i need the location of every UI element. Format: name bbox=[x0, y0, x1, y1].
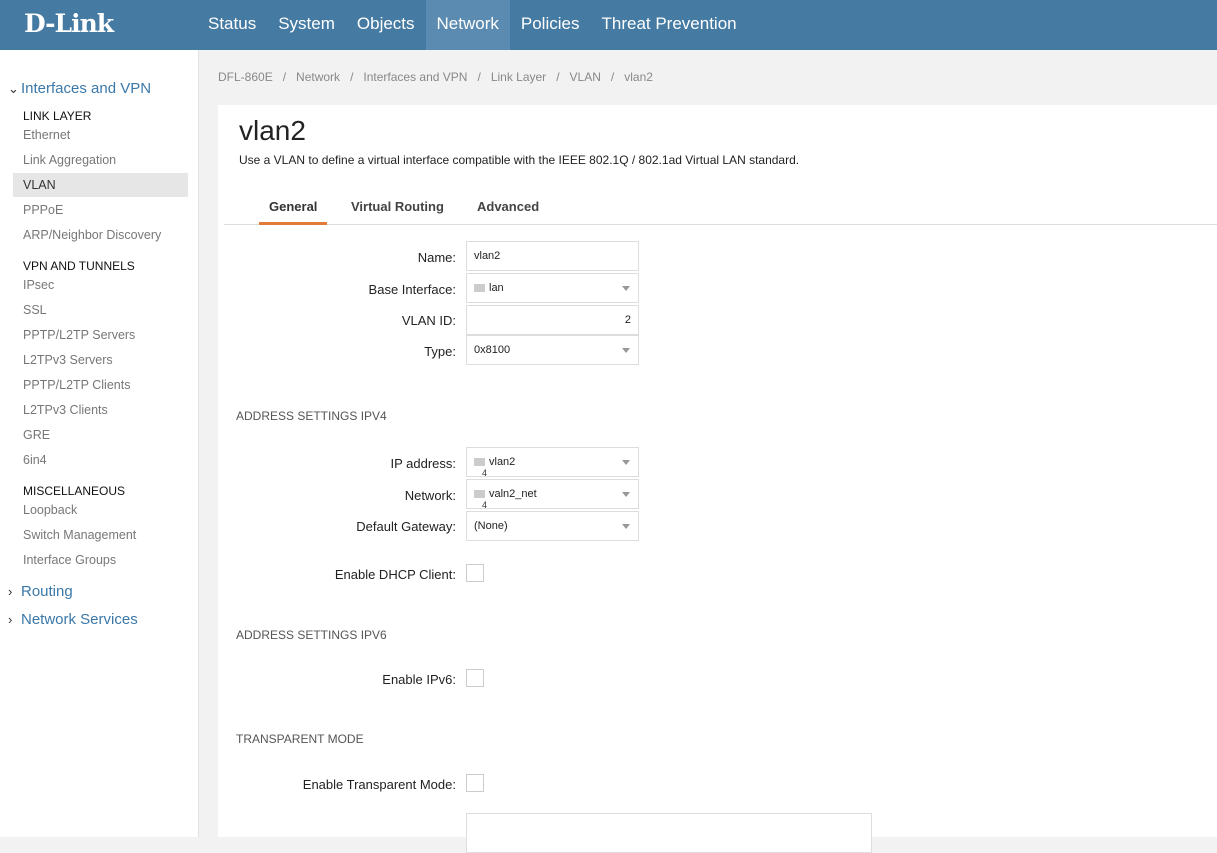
breadcrumb-sep: / bbox=[610, 70, 615, 84]
page-description: Use a VLAN to define a virtual interface… bbox=[239, 153, 800, 167]
address-object-icon: 4 bbox=[474, 490, 487, 510]
section-link-layer: LINK LAYER bbox=[23, 109, 92, 123]
dropdown-arrow-icon bbox=[622, 286, 630, 291]
ipv6-heading: ADDRESS SETTINGS IPV6 bbox=[236, 628, 387, 642]
group-label: Interfaces and VPN bbox=[21, 80, 152, 97]
vlan-id-label: VLAN ID: bbox=[401, 313, 456, 328]
tab-bar: General Virtual Routing Advanced bbox=[224, 198, 1217, 225]
transparent-mode-label: Enable Transparent Mode: bbox=[302, 777, 456, 792]
sidebar-item-ssl[interactable]: SSL bbox=[13, 298, 188, 322]
nav-status[interactable]: Status bbox=[197, 0, 267, 50]
enable-ipv6-checkbox[interactable] bbox=[466, 669, 484, 687]
dhcp-client-checkbox[interactable] bbox=[466, 564, 484, 582]
ipv4-heading: ADDRESS SETTINGS IPV4 bbox=[236, 409, 387, 423]
breadcrumb-item[interactable]: Interfaces and VPN bbox=[363, 70, 467, 84]
sidebar-group-interfaces-vpn[interactable]: ⌄ Interfaces and VPN bbox=[8, 80, 151, 97]
sidebar-item-loopback[interactable]: Loopback bbox=[13, 498, 188, 522]
vlan-id-input[interactable]: 2 bbox=[466, 305, 639, 335]
base-interface-value: lan bbox=[489, 282, 504, 294]
breadcrumb-sep: / bbox=[282, 70, 287, 84]
main-nav: Status System Objects Network Policies T… bbox=[197, 0, 748, 50]
content-card: vlan2 Use a VLAN to define a virtual int… bbox=[218, 105, 1217, 853]
sidebar-item-switch-management[interactable]: Switch Management bbox=[13, 523, 188, 547]
type-label: Type: bbox=[424, 344, 456, 359]
nav-threat-prevention[interactable]: Threat Prevention bbox=[590, 0, 747, 50]
text-area-field[interactable] bbox=[466, 813, 872, 853]
tab-advanced[interactable]: Advanced bbox=[467, 198, 549, 225]
breadcrumb-item[interactable]: DFL-860E bbox=[218, 70, 273, 84]
base-interface-select[interactable]: lan bbox=[466, 273, 639, 303]
dropdown-arrow-icon bbox=[622, 460, 630, 465]
base-interface-label: Base Interface: bbox=[368, 282, 456, 297]
sidebar: ⌄ Interfaces and VPN LINK LAYER Ethernet … bbox=[0, 50, 199, 837]
sidebar-item-link-aggregation[interactable]: Link Aggregation bbox=[13, 148, 188, 172]
network-label: Network: bbox=[404, 488, 456, 503]
name-input[interactable]: vlan2 bbox=[466, 241, 639, 271]
sidebar-item-arp[interactable]: ARP/Neighbor Discovery bbox=[13, 223, 188, 247]
type-value: 0x8100 bbox=[474, 344, 511, 356]
sidebar-item-vlan[interactable]: VLAN bbox=[13, 173, 188, 197]
interface-icon bbox=[474, 284, 485, 293]
section-misc: MISCELLANEOUS bbox=[23, 484, 126, 498]
nav-system[interactable]: System bbox=[267, 0, 346, 50]
transparent-mode-checkbox[interactable] bbox=[466, 774, 484, 792]
dropdown-arrow-icon bbox=[622, 524, 630, 529]
ip-address-value: vlan2 bbox=[489, 456, 516, 468]
breadcrumb-item[interactable]: Network bbox=[296, 70, 340, 84]
vlan-id-value: 2 bbox=[624, 314, 631, 326]
page-title: vlan2 bbox=[239, 115, 306, 146]
network-select[interactable]: 4 valn2_net bbox=[466, 479, 639, 510]
sidebar-item-ipsec[interactable]: IPsec bbox=[13, 273, 188, 297]
sidebar-item-pptp-clients[interactable]: PPTP/L2TP Clients bbox=[13, 373, 188, 397]
breadcrumb: DFL-860E / Network / Interfaces and VPN / Link… bbox=[218, 70, 663, 84]
dropdown-arrow-icon bbox=[622, 348, 630, 353]
top-header: D-Link Status System Objects Network Pol… bbox=[0, 0, 1217, 50]
ip-address-select[interactable]: 4 vlan2 bbox=[466, 447, 639, 478]
chevron-down-icon: ⌄ bbox=[8, 81, 19, 96]
chevron-right-icon: › bbox=[8, 612, 13, 627]
sidebar-group-network-services[interactable]: › Network Services bbox=[8, 611, 138, 628]
breadcrumb-sep: / bbox=[556, 70, 560, 84]
sidebar-item-interface-groups[interactable]: Interface Groups bbox=[13, 548, 188, 572]
sidebar-item-ethernet[interactable]: Ethernet bbox=[13, 123, 188, 147]
dropdown-arrow-icon bbox=[622, 492, 630, 497]
dhcp-client-label: Enable DHCP Client: bbox=[334, 567, 456, 582]
tab-virtual-routing[interactable]: Virtual Routing bbox=[341, 198, 454, 225]
chevron-right-icon: › bbox=[8, 584, 13, 599]
enable-ipv6-label: Enable IPv6: bbox=[382, 672, 456, 687]
sidebar-item-pptp-servers[interactable]: PPTP/L2TP Servers bbox=[13, 323, 188, 347]
address-object-icon: 4 bbox=[474, 458, 487, 478]
group-label: Routing bbox=[21, 583, 73, 600]
sidebar-item-pppoe[interactable]: PPPoE bbox=[13, 198, 188, 222]
nav-objects[interactable]: Objects bbox=[346, 0, 426, 50]
sidebar-item-l2tpv3-clients[interactable]: L2TPv3 Clients bbox=[13, 398, 188, 422]
nav-network[interactable]: Network bbox=[425, 0, 510, 50]
nav-policies[interactable]: Policies bbox=[510, 0, 591, 50]
name-value: vlan2 bbox=[474, 250, 501, 262]
ip-address-label: IP address: bbox=[390, 456, 456, 471]
sidebar-item-gre[interactable]: GRE bbox=[13, 423, 188, 447]
section-vpn-tunnels: VPN AND TUNNELS bbox=[23, 259, 135, 273]
breadcrumb-sep: / bbox=[477, 70, 481, 84]
breadcrumb-sep: / bbox=[350, 70, 354, 84]
type-select[interactable]: 0x8100 bbox=[466, 335, 639, 365]
default-gateway-label: Default Gateway: bbox=[356, 519, 456, 534]
breadcrumb-item[interactable]: Link Layer bbox=[491, 70, 546, 84]
sidebar-item-l2tpv3-servers[interactable]: L2TPv3 Servers bbox=[13, 348, 188, 372]
breadcrumb-item[interactable]: VLAN bbox=[570, 70, 601, 84]
default-gateway-select[interactable]: (None) bbox=[466, 511, 639, 541]
tab-general[interactable]: General bbox=[259, 198, 328, 225]
default-gateway-value: (None) bbox=[474, 520, 508, 532]
sidebar-group-routing[interactable]: › Routing bbox=[8, 583, 73, 600]
name-label: Name: bbox=[417, 250, 456, 265]
transparent-mode-heading: TRANSPARENT MODE bbox=[236, 732, 364, 746]
group-label: Network Services bbox=[21, 611, 138, 628]
breadcrumb-current: vlan2 bbox=[624, 70, 653, 84]
network-value: valn2_net bbox=[489, 488, 537, 500]
dlink-logo: D-Link bbox=[24, 9, 114, 38]
sidebar-item-6in4[interactable]: 6in4 bbox=[13, 448, 188, 472]
